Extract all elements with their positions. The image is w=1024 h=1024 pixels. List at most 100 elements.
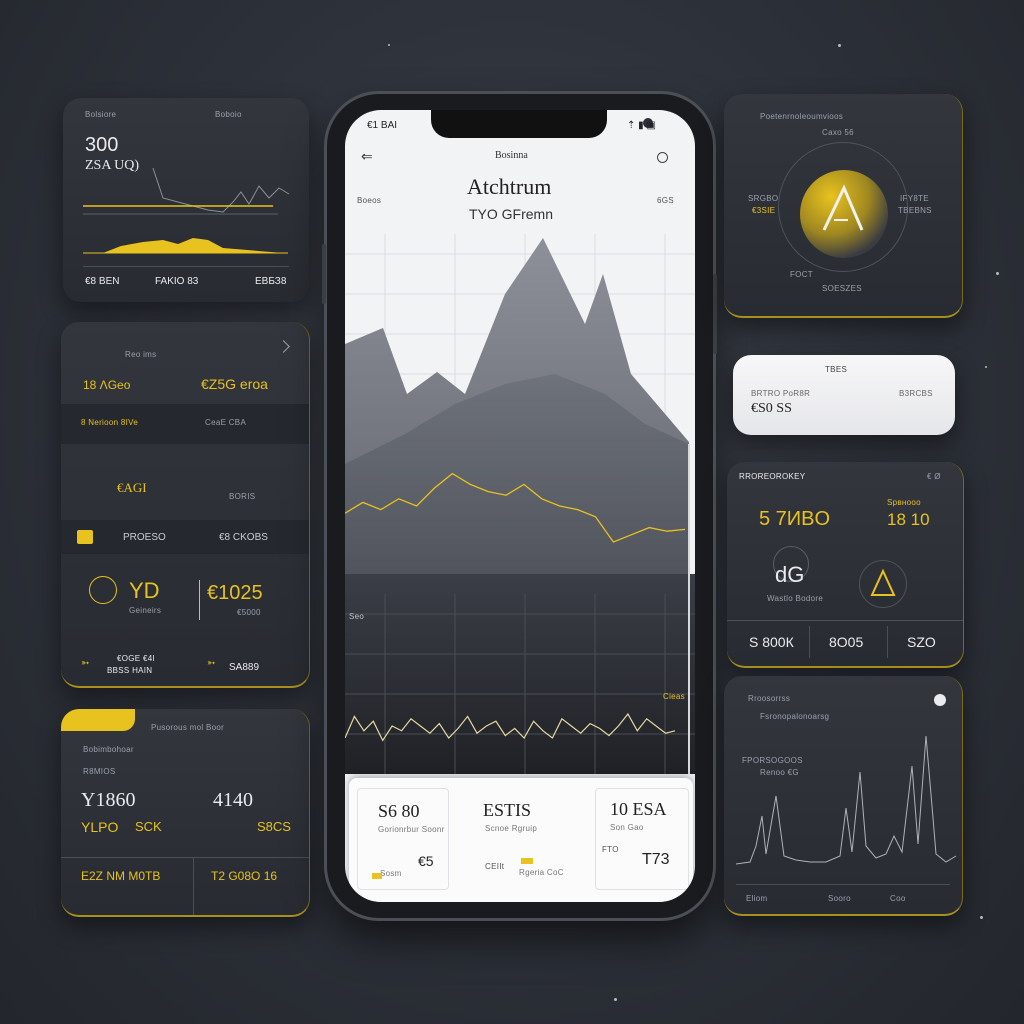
price-chart[interactable]: [345, 234, 695, 774]
volume-chart: [736, 735, 957, 865]
footer-left-2: BBSS HAIN: [107, 666, 153, 675]
stat-value: ESTIS: [483, 800, 532, 820]
summary-card[interactable]: Bolsiore Boboio 300 ZSA UQ) €8 BEN FAKIO…: [63, 98, 309, 302]
chevron-icon: [277, 340, 290, 353]
stat-foot-label: FTO: [602, 845, 619, 854]
footer-right: SA889: [229, 662, 260, 673]
bottom-label: SOESZES: [822, 284, 862, 293]
holdings-card[interactable]: RROREOROKEY € Ø Ѕрвнооо 5 7ИBO 18 10 dG …: [727, 462, 964, 668]
coin-icon: [89, 576, 117, 604]
back-icon[interactable]: ⇐: [361, 148, 373, 165]
gold-left: YLPO: [81, 819, 119, 835]
gold-mid: SCK: [135, 819, 162, 834]
token-card[interactable]: Poetenrnoleoumvioos Caxo 56 SRGBO €3SIE …: [724, 94, 963, 318]
right-label: 6GS: [657, 196, 674, 205]
footer-3: Coo: [890, 894, 906, 903]
card-header: Poetenrnoleoumvioos: [760, 112, 844, 121]
stat-foot-label: Rgeria CoC: [519, 868, 564, 877]
flag-icon: [77, 530, 93, 544]
row4-right: €8 CKOBS: [219, 532, 268, 543]
phone-screen: €1 BAI ⇡ ▮ ▣ ⇐ Bosinna Atchtrum TYO GFre…: [345, 110, 695, 902]
info-icon[interactable]: [934, 694, 946, 706]
triangle-logo-icon: [822, 184, 864, 231]
card-header-left: Bolsiore: [85, 110, 117, 119]
card-header: RROREOROKEY: [739, 472, 806, 481]
stat-box[interactable]: S6 80 Gorionrbur Soonr €5 Sosm: [357, 788, 449, 890]
stat-foot-label: Sosm: [380, 869, 402, 878]
star: [996, 272, 999, 275]
stat-sub: Scnoe Rgruip: [485, 824, 538, 833]
stat-box[interactable]: 10 ESA Son Gao T73 FTO: [595, 788, 689, 890]
arrow-icon: ➳: [81, 658, 90, 669]
row4-left: PROESO: [123, 532, 166, 543]
logo-sub: Wastlo Bodore: [767, 594, 824, 603]
stat-value: S6 80: [378, 801, 420, 821]
stat-foot: CEIIt: [485, 862, 505, 871]
star: [614, 998, 617, 1001]
value-right: 18 10: [887, 510, 930, 529]
stat-sub: Son Gao: [610, 823, 644, 832]
bottom-left: FOCT: [790, 270, 813, 279]
card-header: Reo ims: [125, 350, 157, 359]
settings-icon[interactable]: [657, 152, 668, 163]
star: [388, 44, 390, 46]
card-value: 300: [85, 134, 119, 156]
stat-value: 10 ESA: [610, 799, 667, 819]
card-header-right: Boboio: [215, 110, 242, 119]
value-left: 5 7ИBO: [759, 508, 831, 530]
gold-right: S8CS: [257, 819, 291, 834]
mini-line-chart: [83, 167, 290, 254]
stat-foot: T73: [642, 851, 670, 868]
card-sub-1: Bobimbohoar: [83, 745, 134, 754]
footer-left: €OGE €4I: [117, 654, 155, 663]
footer-1: S 800К: [749, 634, 794, 650]
logo-text: dG: [775, 562, 805, 587]
card-header-right: € Ø: [927, 472, 941, 481]
asset-title: Atchtrum: [467, 174, 552, 199]
left-value: €3SIE: [752, 206, 776, 215]
card-footer-1: €8 BEN: [85, 276, 120, 287]
card-header: Rroosorrss: [748, 694, 791, 703]
row1-left: 18 ɅGeo: [83, 378, 131, 392]
value-right-top: Ѕрвнооо: [887, 498, 921, 507]
arrow-icon: ➳: [207, 658, 216, 669]
footer-2: 8О05: [829, 634, 864, 650]
card-header-2: Fsronopalonoarsg: [760, 712, 830, 721]
tab-highlight[interactable]: [61, 709, 135, 731]
portfolio-card[interactable]: Reo ims 18 ɅGeo €Z5G eroa 8 Nerioon 8IVe…: [61, 322, 310, 688]
card-sub: Caxo 56: [822, 128, 854, 137]
token-icon: [859, 560, 907, 608]
price-card[interactable]: TBES BRTRO PoR8R €S0 SS B3RCBS: [733, 355, 955, 435]
balance-card[interactable]: Pusorous mol Boor Bobimbohoar R8MIOS Y18…: [61, 709, 310, 917]
row5-value: €1025: [207, 582, 263, 604]
right-small-label: Cieas: [663, 692, 685, 701]
value-right: 4140: [213, 789, 253, 811]
asset-subtitle: TYO GFremn: [469, 206, 554, 222]
stat-foot: €5: [418, 853, 434, 869]
stat-sub: Gorionrbur Soonr: [378, 825, 445, 834]
value-left: Y1860: [81, 789, 136, 811]
card-header: Pusorous mol Boor: [151, 723, 225, 732]
row5-code: YD: [129, 578, 160, 603]
left-top: SRGBO: [748, 194, 779, 203]
notch: [431, 110, 653, 138]
card-sub-2: R8MIOS: [83, 767, 116, 776]
row1-right: €Z5G eroa: [201, 376, 268, 392]
status-icons: ⇡ ▮ ▣: [627, 120, 656, 131]
card-header: TBES: [825, 365, 848, 374]
right-top: IFY8TE: [900, 194, 929, 203]
footer-1: Eliom: [746, 894, 768, 903]
footer-3: SZO: [907, 634, 936, 650]
card-footer-2: FAKIO 83: [155, 276, 199, 287]
footer-right: T2 G08O 16: [211, 869, 278, 883]
middle-label: Seo: [349, 612, 365, 621]
star: [838, 44, 841, 47]
card-footer-3: ЕВБЗ8: [255, 276, 287, 287]
row3-right: BORIS: [229, 492, 256, 501]
header-title: Bosinna: [495, 150, 528, 161]
footer-2: Sooro: [828, 894, 851, 903]
price-value: €S0 SS: [751, 401, 792, 416]
star: [980, 916, 983, 919]
stat-box[interactable]: ESTIS Scnoe Rgruip CEIIt Rgeria CoC: [471, 788, 563, 888]
volume-card[interactable]: Rroosorrss Fsronopalonoarsg FPORSOGOOS R…: [724, 676, 963, 916]
